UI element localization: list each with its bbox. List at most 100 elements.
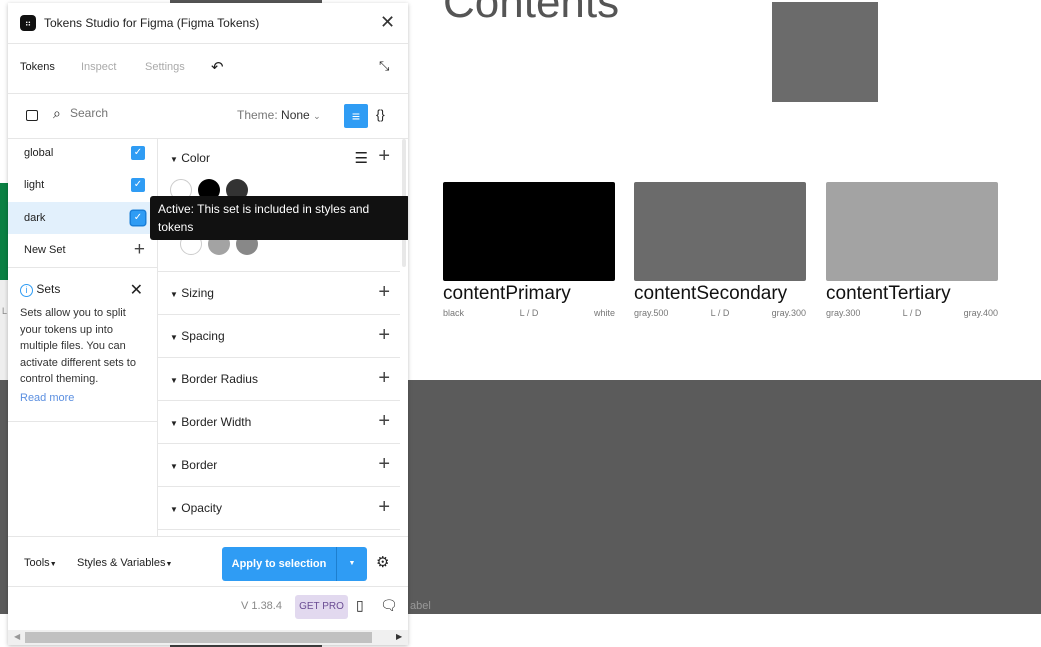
plus-icon[interactable]: +: [378, 367, 390, 390]
search-input[interactable]: [70, 106, 210, 120]
sets-info: i Sets ✕ Sets allow you to split your to…: [8, 268, 157, 422]
json-view-button[interactable]: {}: [376, 107, 385, 122]
undo-icon[interactable]: ↶: [211, 58, 224, 76]
light-value: gray.500: [634, 308, 669, 318]
get-pro-button[interactable]: GET PRO: [295, 595, 348, 619]
canvas-heading: Contents: [443, 0, 620, 27]
info-icon: i: [20, 284, 33, 297]
tab-tokens[interactable]: Tokens: [20, 61, 55, 73]
canvas-label: abel: [410, 600, 431, 612]
group-header: ▼ Color: [170, 151, 210, 165]
read-more-link[interactable]: Read more: [20, 392, 145, 404]
theme-select[interactable]: Theme: None ⌄: [237, 108, 321, 122]
set-global[interactable]: global ✓: [8, 137, 157, 169]
theme-label: Theme:: [237, 108, 278, 122]
list-icon[interactable]: ☰: [355, 149, 368, 167]
horizontal-scrollbar[interactable]: ◀ ▶: [8, 630, 408, 645]
tooltip: Active: This set is included in styles a…: [150, 196, 408, 240]
apply-options-dropdown[interactable]: ▼: [336, 547, 367, 581]
set-checkbox[interactable]: ✓: [131, 146, 145, 160]
group-sizing[interactable]: ▼ Sizing +: [158, 272, 400, 315]
new-set-label: New Set: [24, 244, 66, 256]
tab-inspect[interactable]: Inspect: [81, 61, 116, 73]
group-title: Sizing: [181, 286, 214, 300]
canvas-gray-frame: [0, 280, 8, 380]
canvas-square: [772, 2, 878, 102]
set-name: dark: [24, 212, 46, 224]
color-swatch: [826, 182, 998, 281]
toolbar: ⌕ Theme: None ⌄ ≡ {}: [8, 94, 408, 139]
window-title: Tokens Studio for Figma (Figma Tokens): [44, 16, 260, 30]
group-spacing[interactable]: ▼ Spacing +: [158, 315, 400, 358]
light-value: gray.300: [826, 308, 861, 318]
tools-label: Tools: [24, 557, 50, 569]
minimize-icon[interactable]: ⤡: [379, 58, 389, 74]
mode: L / D: [519, 308, 539, 318]
list-view-button[interactable]: ≡: [344, 104, 368, 128]
mode: L / D: [902, 308, 922, 318]
set-name: global: [24, 147, 54, 159]
dark-value: gray.300: [771, 308, 806, 318]
info-body: Sets allow you to split your tokens up i…: [20, 307, 136, 385]
dark-value: gray.400: [963, 308, 998, 318]
set-dark[interactable]: dark ✓: [8, 202, 157, 234]
scroll-left-icon[interactable]: ◀: [14, 632, 20, 641]
group-title: Border Radius: [181, 372, 258, 386]
light-value: black: [443, 308, 465, 318]
sidebar-toggle-icon[interactable]: [26, 110, 38, 121]
color-swatch: [443, 182, 615, 281]
app-logo-icon: ⠶: [20, 15, 36, 31]
color-swatch: [634, 182, 806, 281]
set-checkbox[interactable]: ✓: [131, 211, 145, 225]
group-border-width[interactable]: ▼ Border Width +: [158, 401, 400, 444]
plus-icon[interactable]: +: [378, 281, 390, 304]
group-title: Color: [181, 151, 210, 165]
color-card[interactable]: contentSecondary gray.500 L / D gray.300: [634, 182, 806, 318]
card-name: contentPrimary: [443, 283, 571, 304]
plugin-window: ⠶ Tokens Studio for Figma (Figma Tokens)…: [8, 3, 408, 645]
scrollbar-thumb[interactable]: [25, 632, 372, 643]
styles-label: Styles & Variables: [77, 557, 166, 569]
docs-icon[interactable]: ▯: [356, 597, 364, 614]
card-name: contentSecondary: [634, 283, 788, 304]
canvas-side-letter: L: [2, 306, 8, 316]
group-title: Opacity: [181, 501, 222, 515]
tab-settings[interactable]: Settings: [145, 61, 185, 73]
version-label: V 1.38.4: [241, 600, 282, 612]
styles-variables-menu[interactable]: Styles & Variables▼: [77, 557, 172, 569]
group-title: Spacing: [181, 329, 225, 343]
group-border-radius[interactable]: ▼ Border Radius +: [158, 358, 400, 401]
info-header: i Sets: [20, 282, 145, 297]
group-title: Border Width: [181, 415, 252, 429]
set-name: light: [24, 179, 45, 191]
tab-bar: Tokens Inspect Settings ↶ ⤡: [8, 44, 408, 94]
close-info-icon[interactable]: ✕: [130, 280, 143, 300]
close-icon[interactable]: ✕: [380, 12, 395, 33]
new-set-button[interactable]: New Set +: [8, 234, 157, 266]
set-light[interactable]: light ✓: [8, 169, 157, 201]
group-opacity[interactable]: ▼ Opacity +: [158, 487, 400, 530]
footer-actions: Tools▼ Styles & Variables▼ Apply to sele…: [8, 536, 408, 587]
canvas-green-frame: [0, 183, 8, 280]
title-bar: ⠶ Tokens Studio for Figma (Figma Tokens)…: [8, 3, 408, 44]
theme-value: None: [281, 108, 310, 122]
gear-icon[interactable]: ⚙: [376, 553, 389, 571]
set-checkbox[interactable]: ✓: [131, 178, 145, 192]
group-title: Border: [181, 458, 218, 472]
plus-icon: +: [133, 239, 145, 260]
apply-to-selection-button[interactable]: Apply to selection: [222, 547, 336, 581]
color-card[interactable]: contentPrimary black L / D white: [443, 182, 615, 318]
plus-icon[interactable]: +: [378, 410, 390, 433]
search-icon: ⌕: [53, 105, 61, 121]
scroll-right-icon[interactable]: ▶: [396, 632, 402, 641]
info-title: Sets: [36, 282, 61, 296]
group-border[interactable]: ▼ Border +: [158, 444, 400, 487]
plus-icon[interactable]: +: [378, 453, 390, 476]
card-name: contentTertiary: [826, 283, 951, 304]
plus-icon[interactable]: +: [378, 324, 390, 347]
plus-icon[interactable]: +: [378, 496, 390, 519]
feedback-icon[interactable]: 🗨: [380, 597, 398, 614]
color-card[interactable]: contentTertiary gray.300 L / D gray.400: [826, 182, 998, 318]
tools-menu[interactable]: Tools▼: [24, 557, 57, 569]
plus-icon[interactable]: +: [378, 145, 390, 168]
